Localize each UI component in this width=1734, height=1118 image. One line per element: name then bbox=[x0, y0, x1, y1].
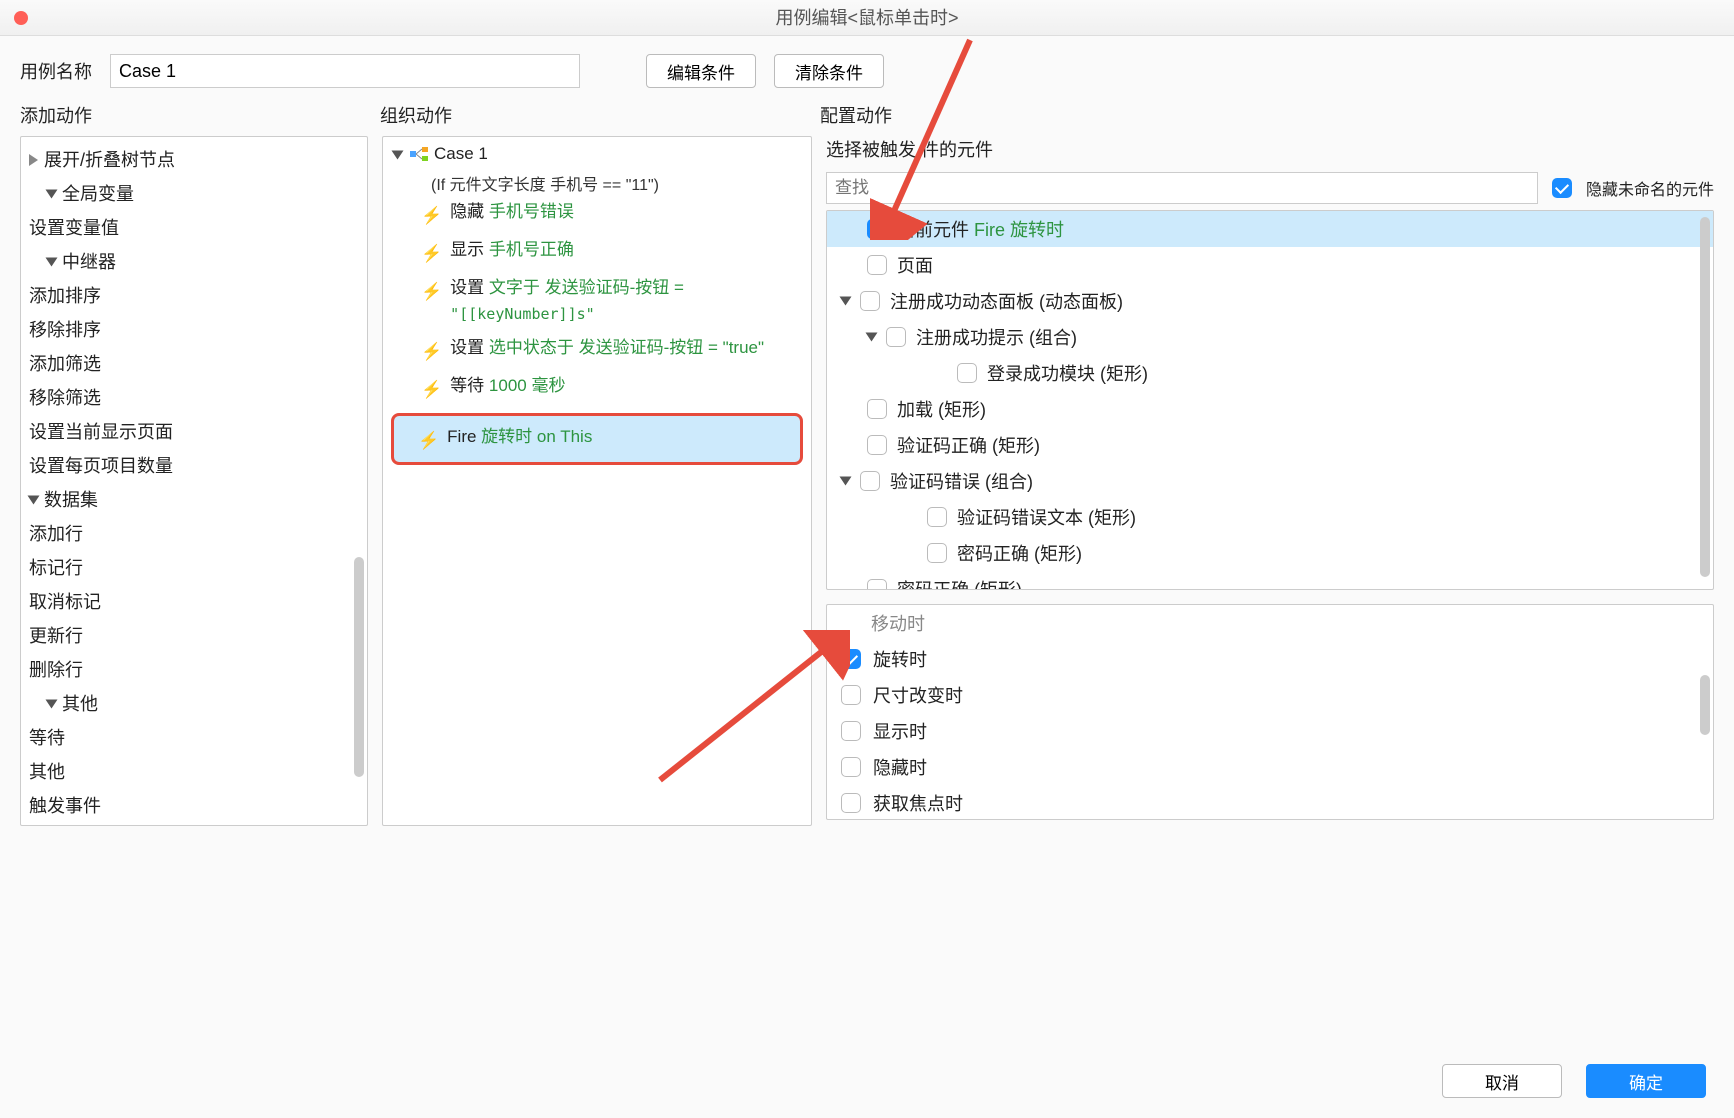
action-remove-sort[interactable]: 移除排序 bbox=[21, 313, 367, 347]
configure-column: 选择被触发 件的元件 隐藏未命名的元件 当前元件 Fire 旋转时 页面 注册成… bbox=[826, 136, 1714, 1040]
hide-unnamed-label: 隐藏未命名的元件 bbox=[1586, 176, 1714, 200]
checkbox[interactable] bbox=[867, 579, 887, 590]
event-list-panel: 移动时 旋转时 尺寸改变时 显示时 隐藏时 获取焦点时 bbox=[826, 604, 1714, 820]
checkbox[interactable] bbox=[841, 721, 861, 741]
widget-code-ok[interactable]: 验证码正确 (矩形) bbox=[827, 427, 1713, 463]
action-add-filter[interactable]: 添加筛选 bbox=[21, 347, 367, 381]
checkbox[interactable] bbox=[867, 399, 887, 419]
checkbox[interactable] bbox=[860, 471, 880, 491]
widget-reg-tip[interactable]: 注册成功提示 (组合) bbox=[827, 319, 1713, 355]
title-bar: 用例编辑<鼠标单击时> bbox=[0, 0, 1734, 36]
checkbox[interactable] bbox=[867, 255, 887, 275]
widget-pwd-ok[interactable]: 密码正确 (矩形) bbox=[827, 535, 1713, 571]
add-actions-header: 添加动作 bbox=[20, 102, 380, 128]
action-show[interactable]: ⚡显示 手机号正确 bbox=[383, 233, 811, 271]
action-set-items[interactable]: 设置每页项目数量 bbox=[21, 449, 367, 483]
action-fire-selected[interactable]: ⚡Fire 旋转时 on This bbox=[391, 413, 803, 465]
event-focus[interactable]: 获取焦点时 bbox=[827, 785, 1713, 820]
select-widget-label: 选择被触发 件的元件 bbox=[826, 136, 1714, 162]
action-delete-row[interactable]: 删除行 bbox=[21, 653, 367, 687]
scrollbar[interactable] bbox=[1700, 217, 1710, 577]
widget-load[interactable]: 加载 (矩形) bbox=[827, 391, 1713, 427]
widget-code-err-txt[interactable]: 验证码错误文本 (矩形) bbox=[827, 499, 1713, 535]
clear-condition-button[interactable]: 清除条件 bbox=[774, 54, 884, 88]
action-fire-event[interactable]: 触发事件 bbox=[21, 789, 367, 823]
dialog-window: 用例编辑<鼠标单击时> 用例名称 编辑条件 清除条件 添加动作 组织动作 配置动… bbox=[0, 0, 1734, 1118]
close-icon[interactable] bbox=[14, 11, 28, 25]
bolt-icon: ⚡ bbox=[421, 377, 442, 403]
case-name-label: 用例名称 bbox=[20, 58, 92, 84]
add-actions-panel: 展开/折叠树节点 全局变量 设置变量值 中继器 添加排序 移除排序 添加筛选 移… bbox=[20, 136, 368, 826]
case-title: Case 1 bbox=[434, 141, 488, 167]
case-icon bbox=[410, 147, 428, 161]
group-other[interactable]: 其他 bbox=[21, 687, 367, 721]
widget-page[interactable]: 页面 bbox=[827, 247, 1713, 283]
action-set-var[interactable]: 设置变量值 bbox=[21, 211, 367, 245]
widget-pwd-ok2[interactable]: 密码正确 (矩形) bbox=[827, 571, 1713, 590]
checkbox[interactable] bbox=[867, 219, 887, 239]
action-add-sort[interactable]: 添加排序 bbox=[21, 279, 367, 313]
group-dataset[interactable]: 数据集 bbox=[21, 483, 367, 517]
scrollbar[interactable] bbox=[1700, 675, 1710, 735]
group-global-vars[interactable]: 全局变量 bbox=[21, 177, 367, 211]
action-hide[interactable]: ⚡隐藏 手机号错误 bbox=[383, 195, 811, 233]
bolt-icon: ⚡ bbox=[421, 203, 442, 229]
cancel-button[interactable]: 取消 bbox=[1442, 1064, 1562, 1098]
group-repeater[interactable]: 中继器 bbox=[21, 245, 367, 279]
action-other[interactable]: 其他 bbox=[21, 755, 367, 789]
search-input[interactable] bbox=[826, 172, 1538, 204]
action-set-page[interactable]: 设置当前显示页面 bbox=[21, 415, 367, 449]
event-hide[interactable]: 隐藏时 bbox=[827, 749, 1713, 785]
action-remove-filter[interactable]: 移除筛选 bbox=[21, 381, 367, 415]
widget-list-panel: 当前元件 Fire 旋转时 页面 注册成功动态面板 (动态面板) 注册成功提示 … bbox=[826, 210, 1714, 590]
hide-unnamed-checkbox[interactable] bbox=[1552, 178, 1572, 198]
checkbox[interactable] bbox=[867, 435, 887, 455]
event-resize[interactable]: 尺寸改变时 bbox=[827, 677, 1713, 713]
widget-reg-dyn[interactable]: 注册成功动态面板 (动态面板) bbox=[827, 283, 1713, 319]
ok-button[interactable]: 确定 bbox=[1586, 1064, 1706, 1098]
edit-condition-button[interactable]: 编辑条件 bbox=[646, 54, 756, 88]
bolt-icon: ⚡ bbox=[421, 241, 442, 267]
bolt-icon: ⚡ bbox=[421, 339, 442, 365]
action-wait[interactable]: 等待 bbox=[21, 721, 367, 755]
checkbox[interactable] bbox=[841, 793, 861, 813]
checkbox[interactable] bbox=[841, 649, 861, 669]
case-condition: (If 元件文字长度 手机号 == "11") bbox=[383, 171, 811, 195]
scrollbar[interactable] bbox=[354, 557, 364, 777]
checkbox[interactable] bbox=[957, 363, 977, 383]
window-title: 用例编辑<鼠标单击时> bbox=[775, 8, 958, 28]
checkbox[interactable] bbox=[841, 757, 861, 777]
panel-headers: 添加动作 组织动作 配置动作 bbox=[0, 98, 1734, 136]
action-set-text[interactable]: ⚡设置 文字于 发送验证码-按钮 ="[[keyNumber]]s" bbox=[383, 271, 811, 331]
action-set-selected[interactable]: ⚡设置 选中状态于 发送验证码-按钮 = "true" bbox=[383, 331, 811, 369]
checkbox[interactable] bbox=[927, 543, 947, 563]
organize-actions-header: 组织动作 bbox=[380, 102, 820, 128]
action-expand-tree[interactable]: 展开/折叠树节点 bbox=[21, 143, 367, 177]
action-add-row[interactable]: 添加行 bbox=[21, 517, 367, 551]
configure-actions-header: 配置动作 bbox=[820, 102, 1714, 128]
checkbox[interactable] bbox=[886, 327, 906, 347]
event-partial[interactable]: 移动时 bbox=[827, 605, 1713, 641]
case-row[interactable]: Case 1 bbox=[383, 137, 811, 171]
action-update-row[interactable]: 更新行 bbox=[21, 619, 367, 653]
event-show[interactable]: 显示时 bbox=[827, 713, 1713, 749]
checkbox[interactable] bbox=[860, 291, 880, 311]
action-unmark-row[interactable]: 取消标记 bbox=[21, 585, 367, 619]
action-wait-1000[interactable]: ⚡等待 1000 毫秒 bbox=[383, 369, 811, 407]
event-rotate[interactable]: 旋转时 bbox=[827, 641, 1713, 677]
top-row: 用例名称 编辑条件 清除条件 bbox=[0, 36, 1734, 98]
action-mark-row[interactable]: 标记行 bbox=[21, 551, 367, 585]
bolt-icon: ⚡ bbox=[421, 279, 442, 305]
case-name-input[interactable] bbox=[110, 54, 580, 88]
widget-login-mod[interactable]: 登录成功模块 (矩形) bbox=[827, 355, 1713, 391]
checkbox[interactable] bbox=[927, 507, 947, 527]
widget-current[interactable]: 当前元件 Fire 旋转时 bbox=[827, 211, 1713, 247]
widget-code-err-grp[interactable]: 验证码错误 (组合) bbox=[827, 463, 1713, 499]
bolt-icon: ⚡ bbox=[418, 428, 439, 454]
organize-actions-panel: Case 1 (If 元件文字长度 手机号 == "11") ⚡隐藏 手机号错误… bbox=[382, 136, 812, 826]
checkbox[interactable] bbox=[841, 685, 861, 705]
